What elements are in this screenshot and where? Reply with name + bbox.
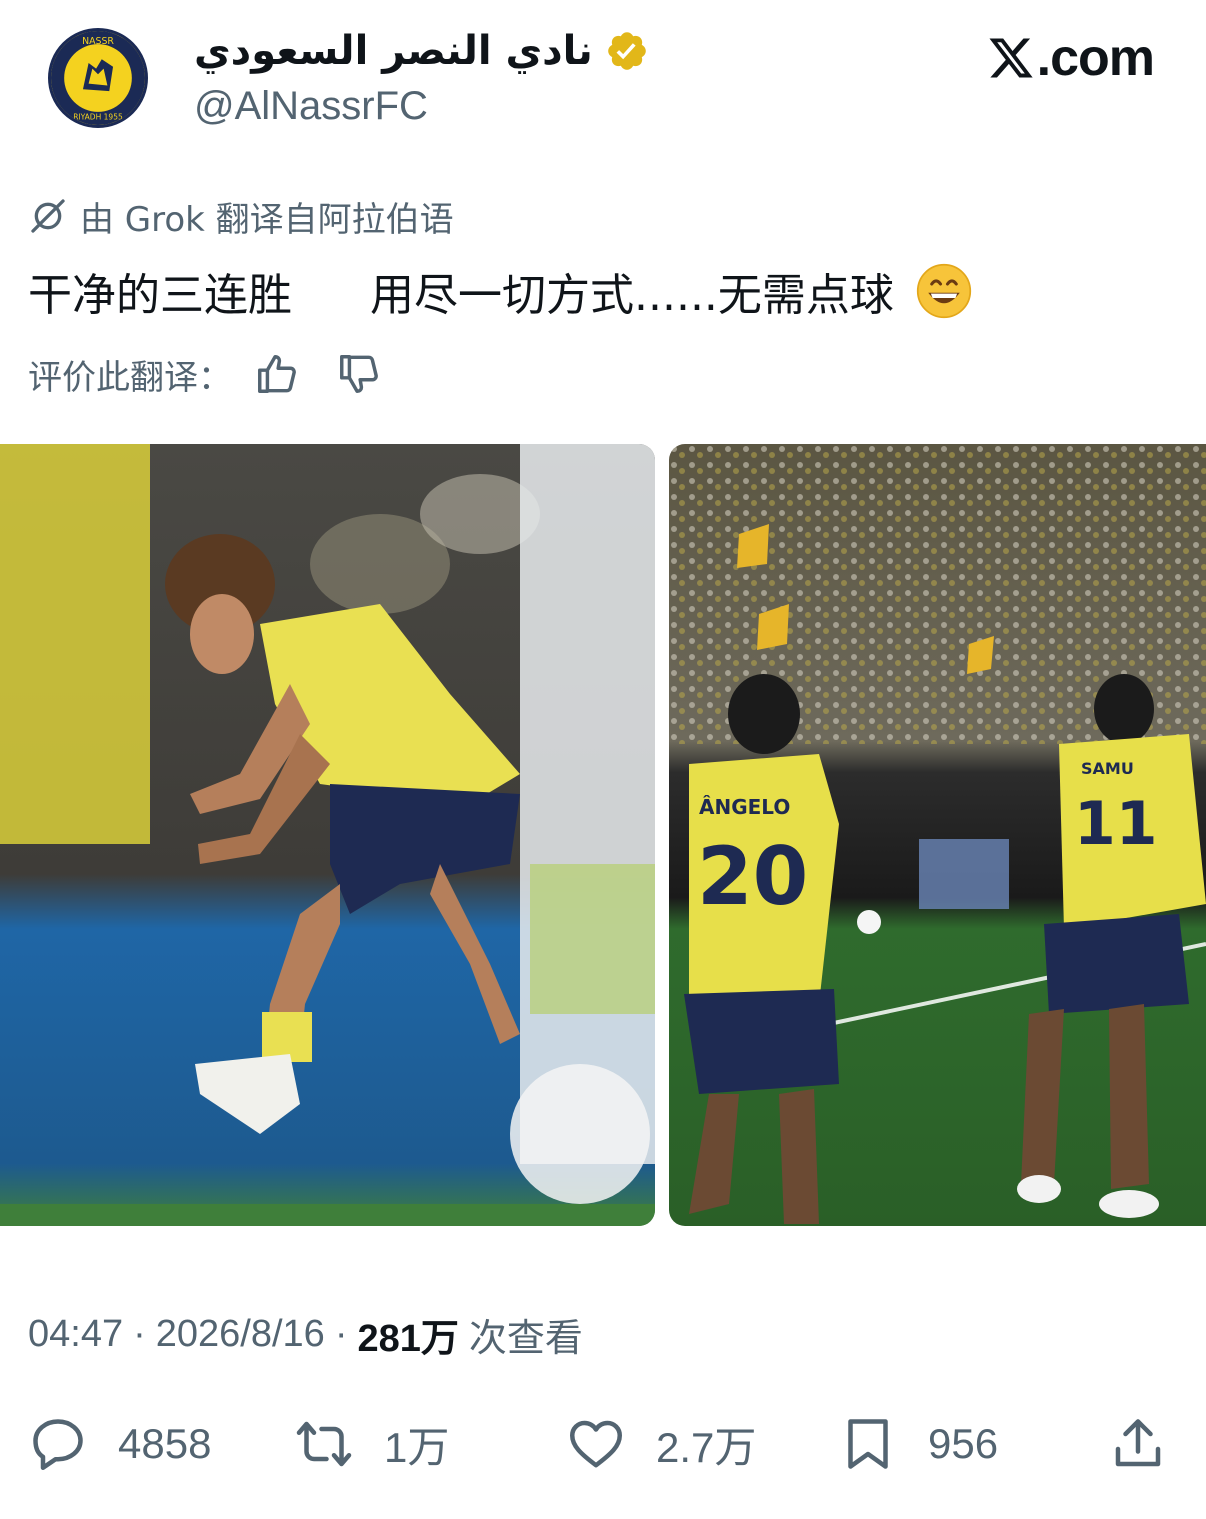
tweet-text-part2: 用尽一切方式......无需点球 <box>370 270 894 321</box>
rate-translation: 评价此翻译： <box>28 348 382 400</box>
tweet-date[interactable]: 2026/8/16 <box>156 1313 325 1356</box>
views-count[interactable]: 281万 <box>357 1307 458 1362</box>
handle[interactable]: @AlNassrFC <box>194 84 428 129</box>
repost-icon <box>296 1421 352 1467</box>
reply-count: 4858 <box>118 1420 212 1467</box>
svg-text:11: 11 <box>1074 789 1158 859</box>
svg-text:RIYADH 1955: RIYADH 1955 <box>73 112 123 121</box>
x-brand: .com <box>987 26 1155 90</box>
al-nassr-crest-icon: NASSR RIYADH 1955 <box>51 31 145 125</box>
like-count: 2.7万 <box>656 1423 757 1471</box>
reply-icon <box>33 1419 83 1470</box>
grinning-face-emoji-icon <box>916 263 972 319</box>
svg-text:NASSR: NASSR <box>82 36 114 47</box>
svg-text:SAMU: SAMU <box>1081 759 1134 778</box>
views-label: 次查看 <box>468 1317 583 1360</box>
verified-badge-icon <box>607 32 646 70</box>
share-icon <box>1115 1419 1161 1467</box>
svg-text:20: 20 <box>697 830 808 923</box>
tweet-meta: 04:47 · 2026/8/16 · 281万 次查看 <box>28 1306 583 1362</box>
meta-separator: · <box>133 1312 146 1355</box>
bookmark-icon <box>848 1419 888 1469</box>
reply-button[interactable]: 4858 <box>28 1408 211 1480</box>
repost-count: 1万 <box>384 1423 450 1471</box>
translation-note[interactable]: 由 Grok 翻译自阿拉伯语 <box>28 192 454 240</box>
repost-button[interactable]: 1万 <box>294 1408 449 1480</box>
media-photo-2[interactable]: ÂNGELO 20 SAMU 11 <box>669 444 1206 1226</box>
brand-domain: .com <box>1036 29 1155 87</box>
bookmark-count: 956 <box>928 1420 999 1467</box>
like-button[interactable]: 2.7万 <box>566 1408 756 1480</box>
svg-text:ÂNGELO: ÂNGELO <box>699 795 790 819</box>
thumbs-down-icon[interactable] <box>336 351 382 397</box>
grok-icon <box>31 199 65 233</box>
tweet-text: 干净的三连胜 用尽一切方式......无需点球 <box>28 258 972 324</box>
rate-translation-label: 评价此翻译： <box>28 357 232 398</box>
heart-icon <box>570 1420 622 1468</box>
display-name-text[interactable]: نادي النصر السعودي <box>194 28 593 74</box>
bookmark-button[interactable]: 956 <box>838 1408 998 1480</box>
tweet-text-part1: 干净的三连胜 <box>28 270 292 321</box>
translation-note-text: 由 Grok 翻译自阿拉伯语 <box>80 199 454 240</box>
tweet-time[interactable]: 04:47 <box>28 1313 123 1356</box>
photo-player-kicking-ball-icon <box>0 444 655 1226</box>
photo-players-celebrating-icon: ÂNGELO 20 SAMU 11 <box>669 444 1206 1226</box>
display-name[interactable]: نادي النصر السعودي <box>194 26 649 76</box>
media-photo-1[interactable] <box>0 444 655 1226</box>
tweet-actions: 4858 1万 2.7万 956 <box>0 1408 1206 1480</box>
x-logo-icon <box>989 38 1033 78</box>
thumbs-up-icon[interactable] <box>254 351 300 397</box>
avatar[interactable]: NASSR RIYADH 1955 <box>48 28 148 128</box>
meta-separator: · <box>334 1312 348 1355</box>
share-button[interactable] <box>1108 1408 1168 1480</box>
